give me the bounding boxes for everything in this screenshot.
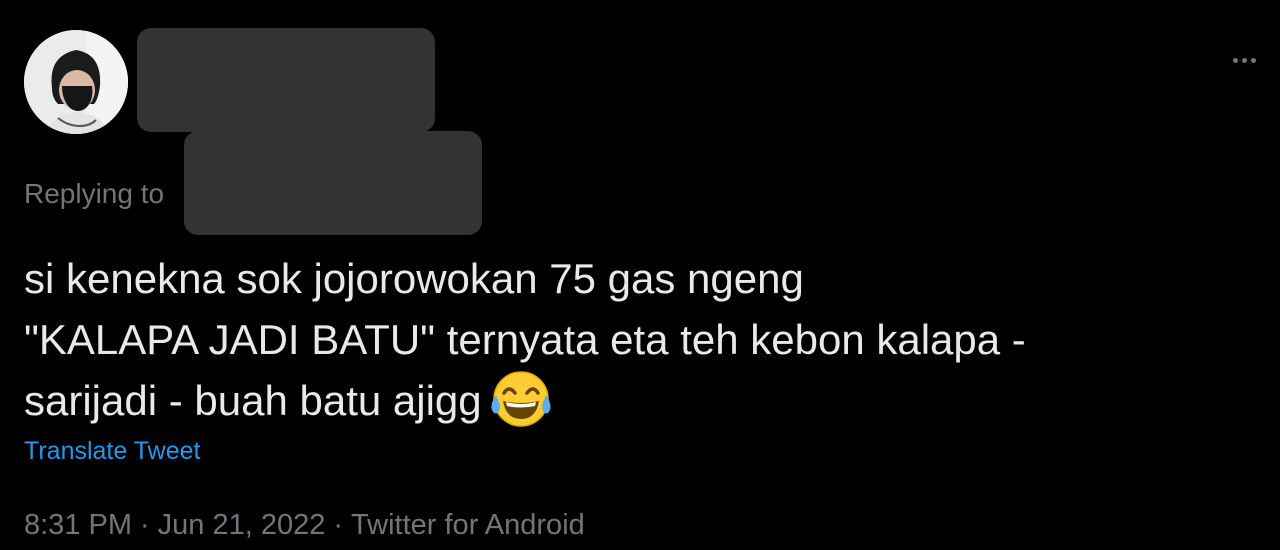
tweet-text: si kenekna sok jojorowokan 75 gas ngeng … <box>24 248 1264 443</box>
tweet-text-line: si kenekna sok jojorowokan 75 gas ngeng <box>24 255 804 302</box>
meta-separator: · <box>333 509 344 541</box>
avatar[interactable] <box>24 30 128 134</box>
tweet-date[interactable]: Jun 21, 2022 <box>158 509 326 541</box>
redacted-reply-handle <box>184 131 482 235</box>
more-dot-icon <box>1241 57 1247 63</box>
tweet-text-line: "KALAPA JADI BATU" ternyata eta teh kebo… <box>24 316 1026 363</box>
more-dot-icon <box>1250 57 1256 63</box>
more-options-button[interactable] <box>1222 48 1266 72</box>
tweet-text-line: sarijadi - buah batu ajigg <box>24 370 1264 443</box>
face-with-tears-of-joy-icon <box>490 371 552 443</box>
tweet-source[interactable]: Twitter for Android <box>351 509 585 541</box>
translate-tweet-link[interactable]: Translate Tweet <box>24 434 200 468</box>
meta-separator: · <box>140 509 150 541</box>
avatar-photo <box>24 30 128 134</box>
tweet-text-segment: sarijadi - buah batu ajigg <box>24 377 482 424</box>
replying-to-label: Replying to <box>24 178 165 209</box>
tweet-time[interactable]: 8:31 PM <box>24 509 132 541</box>
redacted-user-name <box>137 28 435 132</box>
more-dot-icon <box>1232 57 1238 63</box>
tweet-metadata: 8:31 PM · Jun 21, 2022 · Twitter for Android <box>24 506 585 544</box>
